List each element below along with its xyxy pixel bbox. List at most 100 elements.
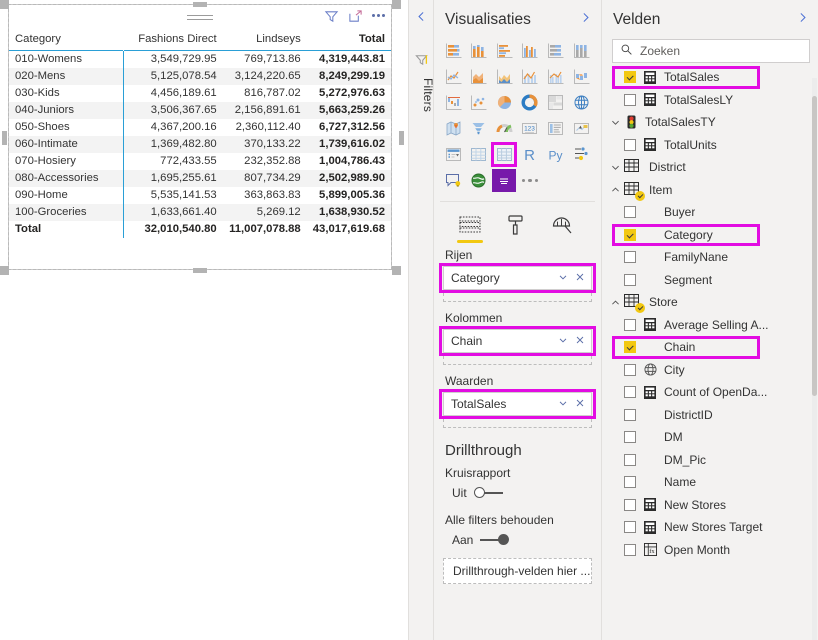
row-category[interactable]: 100-Groceries (9, 204, 124, 221)
more-options-icon[interactable] (372, 14, 385, 19)
field-checkbox[interactable] (624, 408, 636, 421)
field-checkbox[interactable] (624, 251, 636, 264)
line-and-stacked-column-chart-icon[interactable] (518, 65, 542, 88)
chevron-down-icon[interactable] (557, 334, 569, 349)
row-fashions-direct[interactable]: 5,125,078.54 (123, 68, 222, 85)
row-category[interactable]: 060-Intimate (9, 136, 124, 153)
format-tab[interactable] (502, 211, 530, 239)
table-row[interactable]: 030-Kids 4,456,189.61 816,787.02 5,272,976.… (9, 85, 391, 102)
gauge-icon[interactable] (492, 117, 516, 140)
row-fashions-direct[interactable]: 772,433.55 (123, 153, 222, 170)
slicer-icon[interactable] (441, 143, 465, 166)
field-checkbox[interactable] (624, 498, 636, 511)
field-chip-category[interactable]: Category (443, 266, 592, 290)
resize-handle-top[interactable] (193, 2, 207, 7)
chevron-up-icon[interactable] (606, 297, 624, 308)
field-checkbox[interactable] (624, 431, 636, 444)
pie-chart-icon[interactable] (492, 91, 516, 114)
remove-field-icon[interactable] (574, 271, 586, 286)
python-visual-icon[interactable]: Py (544, 143, 568, 166)
row-lindseys[interactable]: 11,007,078.88 (223, 221, 307, 238)
chevron-left-icon[interactable] (415, 10, 428, 28)
row-lindseys[interactable]: 363,863.83 (223, 187, 307, 204)
chevron-down-icon[interactable] (606, 117, 624, 128)
r-script-visual-icon[interactable]: R (518, 143, 542, 166)
row-category[interactable]: 010-Womens (9, 50, 124, 68)
field-item-new-stores-target[interactable]: New Stores Target (602, 516, 818, 539)
row-fashions-direct[interactable]: 5,535,141.53 (123, 187, 222, 204)
resize-handle-bottom-right[interactable] (392, 266, 401, 275)
ellipsis-icon[interactable] (518, 169, 542, 192)
table-icon[interactable] (467, 143, 491, 166)
chevron-down-icon[interactable] (557, 271, 569, 286)
resize-handle-bottom-left[interactable] (0, 266, 9, 275)
field-item-totalsalesty[interactable]: TotalSalesTY (602, 111, 818, 134)
chevron-down-icon[interactable] (557, 397, 569, 412)
resize-handle-top-right[interactable] (392, 0, 401, 9)
field-checkbox[interactable] (624, 543, 636, 556)
cross-report-toggle-row[interactable]: Uit (434, 483, 601, 504)
row-lindseys[interactable]: 816,787.02 (223, 85, 307, 102)
row-category[interactable]: Total (9, 221, 124, 238)
row-fashions-direct[interactable]: 1,633,661.40 (123, 204, 222, 221)
stacked-area-chart-icon[interactable] (492, 65, 516, 88)
field-item-chain[interactable]: Chain (602, 336, 818, 359)
field-item-totalsalesly[interactable]: TotalSalesLY (602, 89, 818, 112)
row-total[interactable]: 4,319,443.81 (307, 51, 391, 69)
field-checkbox[interactable] (624, 138, 636, 151)
report-canvas[interactable]: Category Fashions Direct Lindseys Total … (0, 0, 408, 640)
q-and-a-icon[interactable] (441, 169, 465, 192)
focus-mode-icon[interactable] (348, 9, 363, 24)
row-fashions-direct[interactable]: 1,695,255.61 (123, 170, 222, 187)
field-chip-chain[interactable]: Chain (443, 329, 592, 353)
field-checkbox[interactable] (624, 341, 636, 354)
filters-pane-collapsed[interactable]: Filters (408, 0, 435, 640)
matrix-icon[interactable] (491, 142, 518, 167)
field-item-city[interactable]: City (602, 359, 818, 382)
field-checkbox[interactable] (624, 521, 636, 534)
row-category[interactable]: 050-Shoes (9, 119, 124, 136)
field-item-dm-pic[interactable]: DM_Pic (602, 449, 818, 472)
row-total[interactable]: 1,739,616.02 (307, 136, 391, 153)
row-fashions-direct[interactable]: 1,369,482.80 (123, 136, 222, 153)
fields-tab[interactable] (456, 211, 484, 243)
row-total[interactable]: 1,004,786.43 (307, 153, 391, 170)
funnel-icon[interactable] (467, 117, 491, 140)
field-item-totalsales[interactable]: TotalSales (602, 66, 818, 89)
well-dropzone-kolommen[interactable] (443, 356, 592, 365)
waterfall-chart-icon[interactable] (441, 91, 465, 114)
filter-icon[interactable] (414, 52, 429, 72)
paginated-report-icon[interactable] (492, 169, 517, 192)
field-checkbox[interactable] (624, 363, 636, 376)
filled-map-icon[interactable] (441, 117, 465, 140)
fields-table-item[interactable]: Item (602, 179, 818, 202)
row-total[interactable]: 5,272,976.63 (307, 85, 391, 102)
field-item-dm[interactable]: DM (602, 426, 818, 449)
row-fashions-direct[interactable]: 4,456,189.61 (123, 85, 222, 102)
field-item-new-stores[interactable]: New Stores (602, 494, 818, 517)
map-icon[interactable] (569, 91, 593, 114)
fields-table-district[interactable]: District (602, 156, 818, 179)
arcgis-map-icon[interactable] (467, 169, 491, 192)
multi-row-card-icon[interactable] (544, 117, 568, 140)
area-chart-icon[interactable] (467, 65, 491, 88)
field-checkbox[interactable] (624, 386, 636, 399)
row-lindseys[interactable]: 2,360,112.40 (223, 119, 307, 136)
row-category[interactable]: 080-Accessories (9, 170, 124, 187)
chevron-right-icon[interactable] (579, 11, 592, 29)
chevron-down-icon[interactable] (606, 162, 624, 173)
row-fashions-direct[interactable]: 3,549,729.95 (123, 51, 222, 69)
fields-scrollbar-thumb[interactable] (812, 96, 817, 396)
row-total[interactable]: 43,017,619.68 (307, 221, 391, 238)
row-fashions-direct[interactable]: 4,367,200.16 (123, 119, 222, 136)
field-item-familynane[interactable]: FamilyNane (602, 246, 818, 269)
chevron-right-icon[interactable] (796, 11, 809, 29)
stacked-bar-chart-icon[interactable] (441, 39, 465, 62)
row-category[interactable]: 040-Juniors (9, 102, 124, 119)
field-item-segment[interactable]: Segment (602, 269, 818, 292)
table-row[interactable]: 100-Groceries 1,633,661.40 5,269.12 1,638,9… (9, 204, 391, 221)
key-influencers-icon[interactable] (569, 143, 593, 166)
row-lindseys[interactable]: 807,734.29 (223, 170, 307, 187)
row-category[interactable]: 070-Hosiery (9, 153, 124, 170)
row-total[interactable]: 2,502,989.90 (307, 170, 391, 187)
